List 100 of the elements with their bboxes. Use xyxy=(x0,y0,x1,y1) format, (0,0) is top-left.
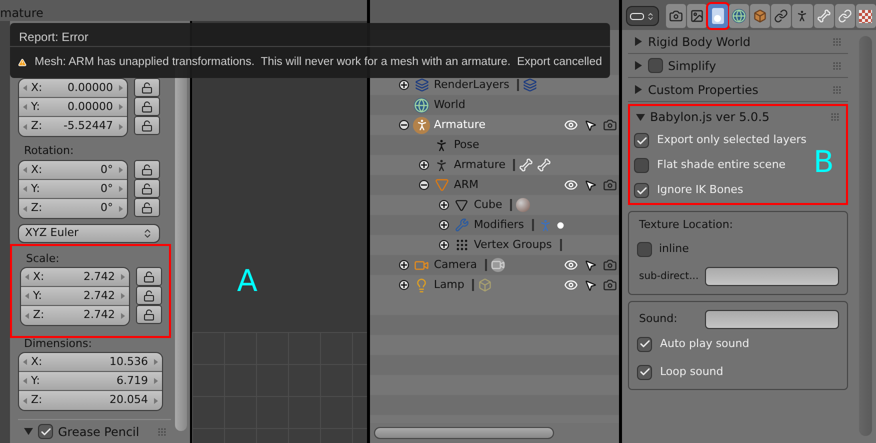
number-field[interactable]: Z: 2.742 xyxy=(21,306,129,325)
collapsed-triangle-icon[interactable] xyxy=(634,37,643,46)
lock-button[interactable] xyxy=(134,78,160,97)
increment-arrow-icon[interactable] xyxy=(119,85,123,91)
decrement-arrow-icon[interactable] xyxy=(23,398,27,404)
outliner-row[interactable]: ARM xyxy=(370,175,619,195)
properties-tab[interactable] xyxy=(750,4,770,28)
number-field[interactable]: Y: 0° xyxy=(19,180,127,199)
drag-handle-icon xyxy=(832,36,842,46)
collapsed-triangle-icon[interactable] xyxy=(634,85,643,94)
outliner-row[interactable]: Cube xyxy=(370,195,619,215)
outliner-row[interactable]: Vertex Groups xyxy=(370,235,619,255)
increment-arrow-icon[interactable] xyxy=(154,378,158,384)
panel-header[interactable]: Simplify xyxy=(628,54,848,78)
expand-toggle-icon[interactable] xyxy=(438,220,449,230)
number-field[interactable]: Y: 2.742 xyxy=(21,287,129,306)
bone-icon xyxy=(537,158,552,172)
decrement-arrow-icon[interactable] xyxy=(23,167,27,173)
outliner-row[interactable]: Armature xyxy=(370,115,619,135)
horizontal-scrollbar[interactable] xyxy=(374,427,554,439)
expand-toggle-icon[interactable] xyxy=(418,160,429,170)
expanded-triangle-icon[interactable] xyxy=(636,112,645,122)
checkbox[interactable] xyxy=(634,183,649,198)
properties-tab[interactable] xyxy=(666,4,686,28)
decrement-arrow-icon[interactable] xyxy=(25,293,29,299)
decrement-arrow-icon[interactable] xyxy=(25,312,29,318)
properties-tab[interactable] xyxy=(686,4,707,28)
outliner-row[interactable]: Camera xyxy=(370,255,619,275)
checkbox[interactable] xyxy=(634,133,649,148)
lock-button[interactable] xyxy=(136,267,162,286)
input-field[interactable] xyxy=(705,266,839,286)
vertical-scrollbar[interactable] xyxy=(858,36,872,436)
checkbox[interactable] xyxy=(637,364,652,380)
number-field[interactable]: X: 0° xyxy=(19,161,127,180)
decrement-arrow-icon[interactable] xyxy=(23,186,27,192)
decrement-arrow-icon[interactable] xyxy=(23,378,27,384)
lock-button[interactable] xyxy=(134,198,160,217)
outliner-row[interactable]: Pose xyxy=(370,135,619,155)
expanded-triangle-icon[interactable] xyxy=(24,427,33,436)
increment-arrow-icon[interactable] xyxy=(154,398,158,404)
properties-tab[interactable] xyxy=(834,4,855,28)
input-field[interactable] xyxy=(705,310,839,328)
outliner-row[interactable]: Modifiers xyxy=(370,215,619,235)
expand-toggle-icon[interactable] xyxy=(438,200,449,210)
number-field[interactable]: Y: 0.00000 xyxy=(19,98,127,117)
checkbox[interactable] xyxy=(637,242,652,256)
number-field[interactable]: Z: 0° xyxy=(19,199,127,218)
outliner-row[interactable]: World xyxy=(370,95,619,115)
number-field[interactable]: X: 2.742 xyxy=(21,268,129,287)
increment-arrow-icon[interactable] xyxy=(119,206,123,212)
collapse-toggle-icon[interactable] xyxy=(398,120,409,130)
properties-tab[interactable] xyxy=(771,4,792,28)
decrement-arrow-icon[interactable] xyxy=(23,85,27,91)
editor-type-dropdown[interactable] xyxy=(626,6,659,26)
panel-header[interactable]: Custom Properties xyxy=(628,78,848,102)
lock-button[interactable] xyxy=(134,160,160,179)
lock-button[interactable] xyxy=(134,97,160,116)
lock-button[interactable] xyxy=(136,286,162,305)
expand-toggle-icon[interactable] xyxy=(438,240,449,250)
expand-toggle-icon[interactable] xyxy=(398,80,409,90)
increment-arrow-icon[interactable] xyxy=(121,274,125,280)
outliner-row[interactable]: Lamp xyxy=(370,275,619,295)
decrement-arrow-icon[interactable] xyxy=(23,124,27,130)
lock-button[interactable] xyxy=(134,116,160,135)
checkbox[interactable] xyxy=(648,58,663,73)
expand-toggle-icon[interactable] xyxy=(398,280,409,290)
checkbox[interactable] xyxy=(637,336,652,352)
decrement-arrow-icon[interactable] xyxy=(25,274,29,280)
panel-header[interactable]: Rigid Body World xyxy=(628,30,848,54)
number-field[interactable]: X: 0.00000 xyxy=(19,79,127,98)
outliner-row[interactable]: Armature xyxy=(370,155,619,175)
collapsed-triangle-icon[interactable] xyxy=(634,61,643,70)
number-field[interactable]: X: 10.536 xyxy=(19,353,162,372)
properties-tab[interactable] xyxy=(792,4,813,28)
increment-arrow-icon[interactable] xyxy=(121,293,125,299)
number-field[interactable]: Z: 20.054 xyxy=(19,391,162,410)
properties-tab[interactable] xyxy=(814,4,834,28)
increment-arrow-icon[interactable] xyxy=(154,359,158,365)
properties-tab[interactable] xyxy=(708,4,728,28)
increment-arrow-icon[interactable] xyxy=(119,124,123,130)
increment-arrow-icon[interactable] xyxy=(119,186,123,192)
rotation-mode-dropdown[interactable]: XYZ Euler xyxy=(18,224,160,243)
properties-tab[interactable] xyxy=(856,4,876,28)
decrement-arrow-icon[interactable] xyxy=(23,206,27,212)
number-field[interactable]: Y: 6.719 xyxy=(19,372,162,391)
decrement-arrow-icon[interactable] xyxy=(23,104,27,110)
lock-button[interactable] xyxy=(136,305,162,324)
checkbox[interactable] xyxy=(38,424,53,439)
increment-arrow-icon[interactable] xyxy=(121,312,125,318)
expand-toggle-icon[interactable] xyxy=(398,260,409,270)
decrement-arrow-icon[interactable] xyxy=(23,359,27,365)
checkbox[interactable] xyxy=(634,158,649,173)
number-field[interactable]: Z: -5.52447 xyxy=(19,117,127,136)
increment-arrow-icon[interactable] xyxy=(119,104,123,110)
collapse-toggle-icon[interactable] xyxy=(418,180,429,190)
globe-icon xyxy=(732,9,746,23)
lock-button[interactable] xyxy=(134,179,160,198)
separator-bar xyxy=(560,239,562,251)
increment-arrow-icon[interactable] xyxy=(119,167,123,173)
properties-tab[interactable] xyxy=(729,4,750,28)
